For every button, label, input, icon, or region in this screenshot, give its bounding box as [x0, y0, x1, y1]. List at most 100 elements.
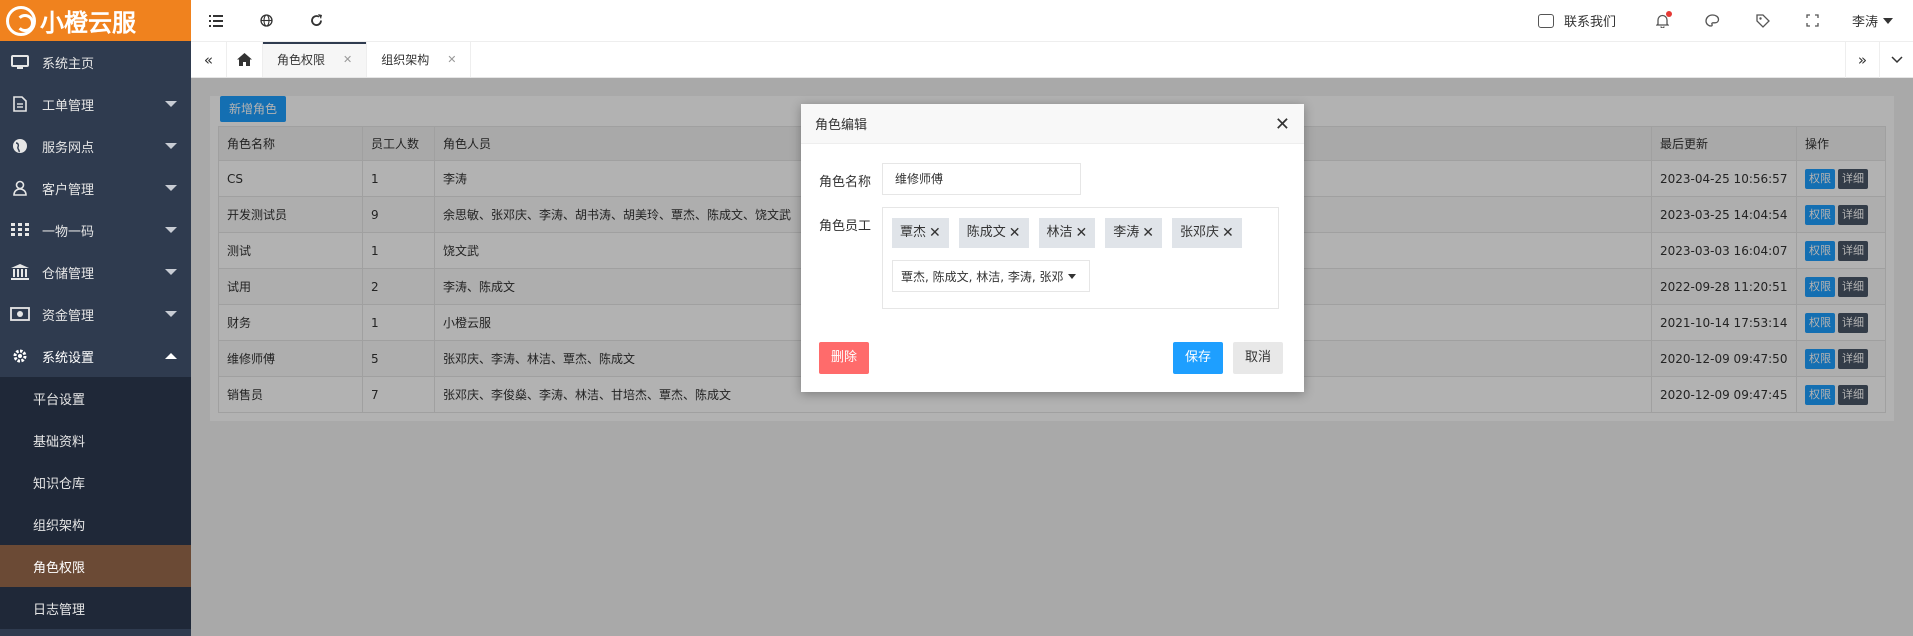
tabs-scroll-left-icon[interactable]: « — [191, 42, 227, 77]
staff-multiselect-dropdown[interactable]: 覃杰, 陈成文, 林洁, 李涛, 张邓 — [892, 260, 1090, 292]
bank-icon — [10, 264, 30, 280]
sidebar-item-label: 仓储管理 — [42, 266, 95, 282]
dialog-title: 角色编辑 — [815, 118, 868, 133]
cancel-button[interactable]: 取消 — [1233, 342, 1284, 374]
tab-bar-right: » — [1845, 42, 1913, 78]
role-edit-dialog: 角色编辑 ✕ 角色名称 维修师傅 角色员工 覃杰 ✕ 陈成文 ✕ 林洁 ✕ 李涛 ✕ 张… — [801, 104, 1304, 392]
home-icon[interactable] — [227, 42, 263, 77]
user-menu[interactable]: 李涛 — [1838, 11, 1913, 30]
sidebar-item-label: 资金管理 — [42, 308, 95, 324]
remove-icon[interactable]: ✕ — [929, 218, 941, 248]
chat-icon — [1537, 13, 1554, 28]
close-icon[interactable]: ✕ — [1275, 114, 1290, 135]
tag-label: 李涛 — [1113, 225, 1140, 240]
sidebar-item-label: 系统主页 — [42, 56, 95, 72]
theme-palette-icon[interactable] — [1688, 0, 1738, 41]
tab-label: 组织架构 — [381, 53, 430, 67]
web-globe-icon[interactable] — [241, 0, 291, 41]
staff-selector: 覃杰 ✕ 陈成文 ✕ 林洁 ✕ 李涛 ✕ 张邓庆 ✕ 覃杰, 陈成文, 林洁, 李涛, 张… — [882, 207, 1279, 309]
close-icon[interactable]: ✕ — [343, 53, 352, 66]
menu-toggle-icon[interactable] — [191, 0, 241, 41]
sidebar-item-home[interactable]: 系统主页 — [0, 41, 191, 83]
sidebar: 小橙云服 系统主页 工单管理 服务网点 客户管理 一物一码 仓储管理 资金管理 … — [0, 0, 191, 636]
sidebar-item-warehouse[interactable]: 仓储管理 — [0, 251, 191, 293]
caret-down-icon — [1067, 273, 1076, 279]
brand-logo[interactable]: 小橙云服 — [0, 0, 191, 41]
staff-tag: 李涛 ✕ — [1105, 218, 1162, 248]
role-staff-row: 角色员工 — [819, 215, 883, 234]
sidebar-subitem-log-management[interactable]: 日志管理 — [0, 587, 191, 629]
remove-icon[interactable]: ✕ — [1009, 218, 1021, 248]
tag-label: 覃杰 — [900, 225, 927, 240]
chevron-down-icon — [165, 269, 177, 275]
tab-role-permissions[interactable]: 角色权限 ✕ — [263, 42, 368, 77]
sidebar-subitem-platform-settings[interactable]: 平台设置 — [0, 377, 191, 419]
sidebar-item-one-code[interactable]: 一物一码 — [0, 209, 191, 251]
tag-label: 张邓庆 — [1180, 225, 1220, 240]
chevron-down-icon — [165, 227, 177, 233]
sidebar-item-label: 工单管理 — [42, 98, 95, 114]
document-icon — [10, 96, 30, 112]
money-icon — [10, 306, 30, 322]
sidebar-subitem-knowledge-base[interactable]: 知识仓库 — [0, 461, 191, 503]
chevron-down-icon — [165, 185, 177, 191]
selected-staff-tags: 覃杰 ✕ 陈成文 ✕ 林洁 ✕ 李涛 ✕ 张邓庆 ✕ — [892, 218, 1269, 248]
role-name-row: 角色名称 — [819, 171, 883, 190]
chevron-down-icon — [165, 311, 177, 317]
tag-label: 陈成文 — [966, 225, 1006, 240]
staff-tag: 覃杰 ✕ — [892, 218, 949, 248]
sidebar-item-system-settings[interactable]: 系统设置 — [0, 335, 191, 377]
close-icon[interactable]: ✕ — [447, 53, 456, 66]
contact-us-link[interactable]: 联系我们 — [1537, 11, 1616, 30]
monitor-icon — [10, 54, 30, 70]
sidebar-subitem-org-structure[interactable]: 组织架构 — [0, 503, 191, 545]
sidebar-item-label: 服务网点 — [42, 140, 95, 156]
sidebar-item-label: 客户管理 — [42, 182, 95, 198]
tab-org-structure[interactable]: 组织架构 ✕ — [367, 42, 472, 77]
delete-button[interactable]: 删除 — [819, 342, 870, 374]
tabs-scroll-right-icon[interactable]: » — [1845, 42, 1879, 78]
sidebar-item-customers[interactable]: 客户管理 — [0, 167, 191, 209]
staff-tag: 张邓庆 ✕ — [1172, 218, 1242, 248]
role-name-input[interactable]: 维修师傅 — [882, 163, 1081, 195]
top-bar: 联系我们 李涛 — [191, 0, 1913, 41]
sidebar-item-service-network[interactable]: 服务网点 — [0, 125, 191, 167]
caret-down-icon — [1883, 17, 1893, 24]
brand-name: 小橙云服 — [40, 9, 136, 37]
chevron-down-icon — [165, 143, 177, 149]
user-icon — [10, 180, 30, 196]
remove-icon[interactable]: ✕ — [1222, 218, 1234, 248]
tab-label: 角色权限 — [277, 53, 326, 67]
sidebar-subitem-role-permissions[interactable]: 角色权限 — [0, 545, 191, 587]
staff-tag: 陈成文 ✕ — [958, 218, 1029, 248]
tabs-dropdown-icon[interactable] — [1879, 42, 1913, 78]
tag-label: 林洁 — [1046, 225, 1073, 240]
sidebar-item-label: 系统设置 — [42, 350, 95, 366]
contact-us-label: 联系我们 — [1563, 15, 1616, 30]
sidebar-item-funds[interactable]: 资金管理 — [0, 293, 191, 335]
sidebar-item-label: 一物一码 — [42, 224, 95, 240]
sidebar-subitem-basic-data[interactable]: 基础资料 — [0, 419, 191, 461]
tab-bar: « 角色权限 ✕ 组织架构 ✕ » — [191, 41, 1913, 78]
grid-icon — [10, 222, 30, 238]
select-value: 覃杰, 陈成文, 林洁, 李涛, 张邓 — [901, 269, 1064, 284]
role-name-label: 角色名称 — [819, 175, 872, 190]
top-bar-right: 联系我们 李涛 — [1537, 0, 1913, 41]
user-name: 李涛 — [1851, 15, 1878, 30]
dialog-header: 角色编辑 ✕ — [801, 104, 1304, 144]
notification-dot — [1665, 11, 1672, 17]
gear-icon — [10, 348, 30, 364]
remove-icon[interactable]: ✕ — [1076, 218, 1088, 248]
sidebar-item-workorder[interactable]: 工单管理 — [0, 83, 191, 125]
logo-icon — [6, 5, 36, 36]
bell-icon[interactable] — [1638, 0, 1688, 41]
staff-tag: 林洁 ✕ — [1038, 218, 1096, 248]
save-button[interactable]: 保存 — [1173, 342, 1224, 374]
refresh-icon[interactable] — [291, 0, 341, 41]
chevron-up-icon — [165, 353, 177, 359]
fullscreen-icon[interactable] — [1788, 0, 1838, 41]
tag-icon[interactable] — [1738, 0, 1788, 41]
role-staff-label: 角色员工 — [819, 219, 872, 234]
globe-icon — [10, 138, 30, 154]
remove-icon[interactable]: ✕ — [1142, 218, 1154, 248]
